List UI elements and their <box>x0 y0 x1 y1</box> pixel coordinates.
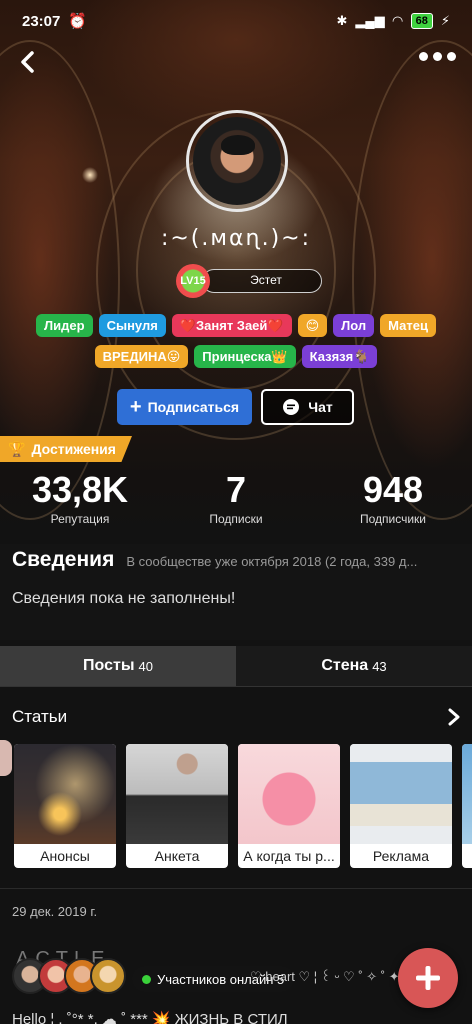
online-avatars[interactable] <box>12 958 126 994</box>
tab-count: 40 <box>138 658 153 674</box>
profile-avatar[interactable] <box>186 110 288 212</box>
articles-heading: Статьи <box>12 707 68 726</box>
tags-row-1: Лидер Сынуля ❤️Занят Заей❤️ 😊 Лол Матец <box>0 314 472 337</box>
follow-button[interactable]: + Подписаться <box>117 389 252 425</box>
trophy-icon: 🏆 <box>8 440 26 457</box>
info-body: Сведения пока не заполнены! <box>12 590 236 607</box>
articles-list: Анонсы Анкета А когда ты р... Реклама Ц <box>14 744 472 868</box>
chat-button[interactable]: Чат <box>261 389 354 425</box>
article-caption: Анонсы <box>40 848 90 864</box>
info-heading: Сведения <box>12 548 115 571</box>
more-options-icon[interactable] <box>419 52 456 61</box>
tag-badge: ВРЕДИНА😛 <box>94 345 189 368</box>
follow-label: Подписаться <box>147 399 240 415</box>
article-card[interactable]: Ц <box>462 744 472 868</box>
avatar-image <box>193 117 281 205</box>
tag-badge: 😊 <box>297 314 328 337</box>
stat-followers[interactable]: 948 Подписчики <box>343 469 443 527</box>
article-card[interactable]: Анонсы <box>14 744 116 868</box>
profile-actions: + Подписаться Чат <box>117 389 354 425</box>
charging-icon: ⚡ <box>440 13 450 28</box>
member-since: В сообществе уже октября 2018 (2 года, 3… <box>126 554 418 569</box>
article-card[interactable]: А когда ты р... <box>238 744 340 868</box>
status-time: 23:07 <box>22 12 61 30</box>
back-arrow-icon[interactable] <box>14 48 42 76</box>
profile-username: :~(.мαɳ.)~: <box>160 226 312 251</box>
tab-label: Посты <box>83 657 135 674</box>
chevron-right-icon[interactable] <box>446 707 462 727</box>
profile-title: Эстет <box>202 269 322 293</box>
article-image <box>238 744 340 844</box>
post-preview-text: Hello ¦ . ˚°* *. ☁ ˚ *** 💥 ЖИЗНЬ В СТИЛ <box>12 1011 288 1024</box>
tab-label: Стена <box>321 657 369 674</box>
bluetooth-icon: ✱ <box>336 13 348 28</box>
tags-row-2: ВРЕДИНА😛 Принцеска👑 Казязя🐐 <box>0 345 472 368</box>
create-post-button[interactable] <box>398 948 458 1008</box>
level-badge[interactable]: LV15 <box>176 264 210 298</box>
tab-wall[interactable]: Стена 43 <box>236 646 472 686</box>
stat-value: 33,8K <box>31 469 129 510</box>
info-section: Сведения В сообществе уже октября 2018 (… <box>0 544 472 640</box>
plus-icon: + <box>129 396 142 418</box>
tag-badge: Казязя🐐 <box>301 345 378 368</box>
article-caption: Реклама <box>372 848 430 864</box>
alarm-icon: ⏰ <box>68 13 88 30</box>
article-caption: А когда ты р... <box>243 848 335 864</box>
stat-reputation: 33,8K Репутация <box>20 469 140 527</box>
stat-label: Подписчики <box>359 512 426 526</box>
online-dot-icon <box>142 974 151 984</box>
tab-count: 43 <box>372 658 387 674</box>
wifi-icon: ◠ <box>392 13 403 28</box>
article-card[interactable]: Реклама <box>350 744 452 868</box>
tag-badge: Лидер <box>36 314 93 337</box>
article-image <box>462 744 472 844</box>
stat-value: 948 <box>362 469 424 510</box>
achievements-banner[interactable]: 🏆 Достижения <box>0 436 132 462</box>
articles-header[interactable]: Статьи <box>12 702 462 732</box>
tag-badge: Сынуля <box>98 314 166 337</box>
top-nav <box>0 44 472 80</box>
battery-icon: 68 <box>410 13 433 29</box>
chat-label: Чат <box>308 399 333 415</box>
article-image <box>14 744 116 844</box>
post-date: 29 дек. 2019 г. <box>12 904 98 919</box>
achievements-label: Достижения <box>31 441 116 457</box>
level-title-row: LV15 Эстет <box>176 264 322 298</box>
profile-tabs: Посты 40 Стена 43 <box>0 646 472 687</box>
tag-badge: Принцеска👑 <box>194 345 296 368</box>
battery-level: 68 <box>410 13 433 29</box>
article-caption: Ц <box>462 844 472 868</box>
status-bar: 23:07 ⏰ ✱ ▂▄▆ ◠ 68 ⚡ <box>0 0 472 42</box>
chat-bubble-icon <box>283 399 300 415</box>
profile-stats: 33,8K Репутация 7 Подписки 948 Подписчик… <box>0 470 472 530</box>
tab-posts[interactable]: Посты 40 <box>0 646 236 686</box>
article-image <box>126 744 228 844</box>
article-card[interactable]: Анкета <box>126 744 228 868</box>
avatar <box>90 958 126 994</box>
stat-following[interactable]: 7 Подписки <box>186 469 286 527</box>
stat-value: 7 <box>225 469 247 510</box>
stat-label: Репутация <box>50 512 110 526</box>
side-drawer-handle[interactable] <box>0 740 12 776</box>
article-image <box>350 744 452 844</box>
stat-label: Подписки <box>209 512 263 526</box>
article-caption: Анкета <box>154 848 200 864</box>
tag-badge: Матец <box>380 314 436 337</box>
tag-badge: Лол <box>333 314 375 337</box>
chat-preview: ♡ heart ♡ ¦ ꒰ ᵕ ♡ ˚ ✧ ˚ ✦ <box>250 969 400 984</box>
plus-icon <box>416 966 440 990</box>
tag-badge: ❤️Занят Заей❤️ <box>171 314 292 337</box>
divider <box>0 888 472 889</box>
signal-icon: ▂▄▆ <box>355 13 385 28</box>
